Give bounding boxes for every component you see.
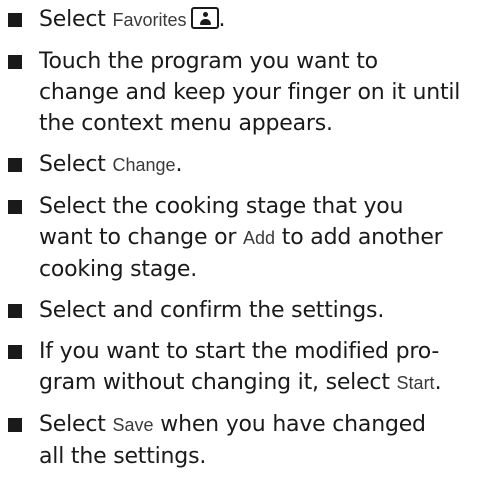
favorites-icon bbox=[190, 7, 219, 29]
step-text: . bbox=[175, 152, 183, 177]
bullet bbox=[8, 418, 22, 432]
step-text: Select and confirm the settings. bbox=[39, 298, 385, 323]
bullet bbox=[8, 13, 22, 27]
list-item: Select Save when you have changed all th… bbox=[7, 409, 489, 472]
bullet bbox=[8, 158, 22, 172]
step-text: to add another bbox=[275, 225, 443, 250]
list-item: Select the cooking stage that you want t… bbox=[7, 191, 489, 285]
step-text: . bbox=[434, 370, 442, 395]
step-text: Select the cooking stage that you bbox=[39, 194, 404, 219]
bullet bbox=[8, 345, 22, 359]
step-text: Touch the program you want to bbox=[39, 49, 378, 74]
step-text: gram without changing it, select bbox=[39, 370, 397, 395]
list-item: If you want to start the modified pro- g… bbox=[7, 336, 489, 399]
step-text: all the settings. bbox=[39, 444, 207, 469]
step-text: want to change or bbox=[39, 225, 243, 250]
list-item: Touch the program you want to change and… bbox=[7, 46, 489, 139]
ui-label-favorites: Favorites bbox=[112, 10, 187, 30]
step-text: Select bbox=[39, 7, 113, 32]
bullet bbox=[8, 200, 22, 214]
step-text: . bbox=[218, 7, 226, 32]
ui-label-start: Start bbox=[396, 373, 435, 393]
instruction-list: Select Favorites. Touch the program you … bbox=[7, 4, 489, 482]
step-text: If you want to start the modified pro- bbox=[39, 339, 440, 364]
step-text: cooking stage. bbox=[39, 257, 198, 282]
step-text: Select bbox=[39, 412, 113, 437]
step-text: when you have changed bbox=[153, 412, 426, 437]
step-text: Select bbox=[39, 152, 113, 177]
step-text: the context menu appears. bbox=[39, 111, 333, 136]
ui-label-add: Add bbox=[242, 228, 276, 248]
ui-label-save: Save bbox=[112, 415, 154, 435]
list-item: Select Change. bbox=[7, 149, 489, 181]
ui-label-change: Change bbox=[112, 155, 176, 175]
bullet bbox=[8, 304, 22, 318]
list-item: Select Favorites. bbox=[7, 4, 489, 36]
bullet bbox=[8, 55, 22, 69]
step-text: change and keep your finger on it until bbox=[39, 80, 461, 105]
list-item: Select and confirm the settings. bbox=[7, 295, 489, 326]
